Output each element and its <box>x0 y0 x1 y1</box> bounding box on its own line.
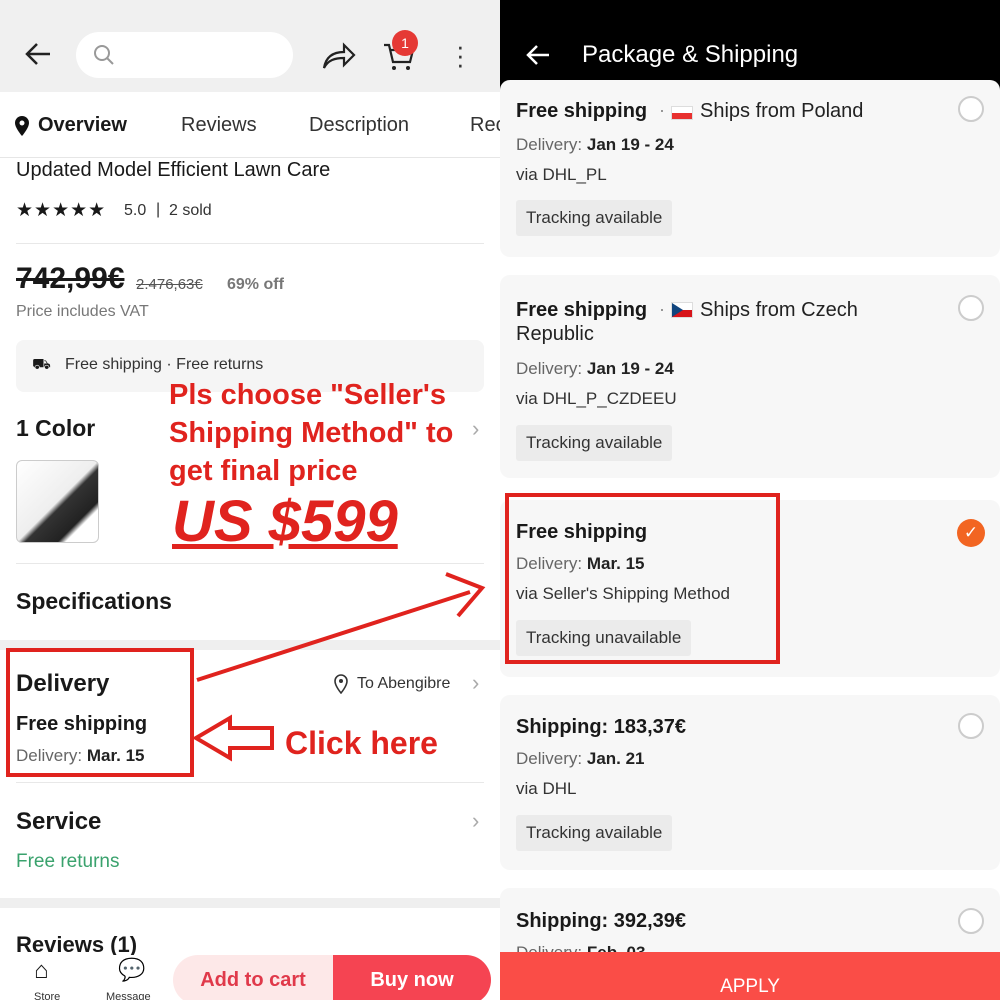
option-origin: Ships from Czech <box>700 299 858 321</box>
page-title: Package & Shipping <box>582 41 799 68</box>
search-input[interactable] <box>76 32 293 78</box>
tab-description[interactable]: Description <box>309 114 409 137</box>
option-origin: Ships from Poland <box>700 100 864 122</box>
specifications-row[interactable]: Specifications <box>16 588 172 615</box>
tab-recommend[interactable]: Rec <box>470 114 500 137</box>
apply-button[interactable]: APPLY <box>500 952 1000 1000</box>
price: 742,99€ <box>16 262 125 295</box>
rating-value: 5.0 <box>124 202 147 219</box>
radio-button[interactable] <box>958 713 984 739</box>
tracking-tag: Tracking available <box>516 200 673 236</box>
bottom-nav: ⌂ Store 💬 Message Add to cart Buy now <box>0 955 500 1000</box>
shipping-option[interactable]: Free shipping · Ships from Poland Delive… <box>500 80 1000 257</box>
option-via: via DHL <box>516 779 577 798</box>
buy-now-button[interactable]: Buy now <box>333 955 491 1000</box>
option-delivery: Delivery: Jan. 21 <box>516 749 645 768</box>
radio-button[interactable] <box>958 96 984 122</box>
annotation-box-delivery <box>6 648 194 777</box>
tab-overview[interactable]: Overview <box>38 114 127 137</box>
annotation-box-seller-method <box>505 493 780 664</box>
add-to-cart-button[interactable]: Add to cart <box>173 955 333 1000</box>
location-pin-icon <box>15 116 29 136</box>
radio-button[interactable] <box>958 908 984 934</box>
message-label[interactable]: Message <box>106 991 151 1000</box>
delivery-location[interactable]: To Abengibre <box>357 675 450 693</box>
option-title: Free shipping <box>516 100 648 122</box>
option-title: Shipping: 392,39€ <box>516 910 687 932</box>
search-icon <box>94 45 114 65</box>
option-origin-cont: Republic <box>516 323 594 345</box>
store-icon[interactable]: ⌂ <box>34 957 49 985</box>
rating-sep: | <box>156 201 161 218</box>
tab-reviews[interactable]: Reviews <box>181 114 257 137</box>
sold-count: 2 sold <box>169 202 212 219</box>
more-icon[interactable]: · · · <box>456 33 465 77</box>
product-title: Updated Model Efficient Lawn Care <box>16 159 331 181</box>
chevron-right-icon[interactable]: › <box>472 416 479 442</box>
checkmark-icon[interactable]: ✓ <box>957 519 985 547</box>
option-title: Free shipping <box>516 299 648 321</box>
annotation-instruction: Pls choose "Seller's Shipping Method" to g… <box>169 379 454 487</box>
shipping-banner-text: Free shipping · Free returns <box>65 356 264 373</box>
service-value: Free returns <box>16 851 120 872</box>
truck-icon: ⛟ <box>32 356 51 373</box>
star-rating-icon: ★★★★★ <box>16 200 107 221</box>
back-arrow-icon[interactable] <box>24 41 52 67</box>
tracking-tag: Tracking available <box>516 425 673 461</box>
option-via: via DHL_P_CZDEEU <box>516 389 677 408</box>
annotation-click-here: Click here <box>285 725 438 761</box>
cart-badge: 1 <box>392 30 418 56</box>
annotation-price: US $599 <box>172 489 398 554</box>
option-delivery: Delivery: Jan 19 - 24 <box>516 359 674 378</box>
back-arrow-icon[interactable] <box>525 43 551 67</box>
option-title: Shipping: 183,37€ <box>516 716 687 738</box>
location-icon <box>334 674 348 694</box>
original-price: 2.476,63€ <box>136 276 203 293</box>
czech-flag-icon <box>671 302 693 318</box>
store-label[interactable]: Store <box>34 991 60 1000</box>
service-title[interactable]: Service <box>16 808 101 836</box>
tab-bar: Overview Reviews Description Rec <box>0 92 500 158</box>
top-bar: 1 · · · <box>0 0 500 92</box>
discount: 69% off <box>227 276 284 293</box>
vat-note: Price includes VAT <box>16 303 149 320</box>
shipping-option[interactable]: Shipping: 183,37€ Delivery: Jan. 21 via … <box>500 695 1000 870</box>
color-label: 1 Color <box>16 415 96 441</box>
option-delivery: Delivery: Jan 19 - 24 <box>516 135 674 154</box>
radio-button[interactable] <box>958 295 984 321</box>
header: Package & Shipping <box>500 0 1000 92</box>
shipping-option[interactable]: Free shipping · Ships from Czech Republi… <box>500 275 1000 478</box>
chevron-right-icon[interactable]: › <box>472 670 479 696</box>
poland-flag-icon <box>671 106 693 120</box>
chevron-right-icon[interactable]: › <box>472 808 479 834</box>
color-thumbnail[interactable] <box>16 460 99 543</box>
share-icon[interactable] <box>322 40 356 70</box>
option-via: via DHL_PL <box>516 165 607 184</box>
message-icon[interactable]: 💬 <box>118 957 145 983</box>
tracking-tag: Tracking available <box>516 815 673 851</box>
